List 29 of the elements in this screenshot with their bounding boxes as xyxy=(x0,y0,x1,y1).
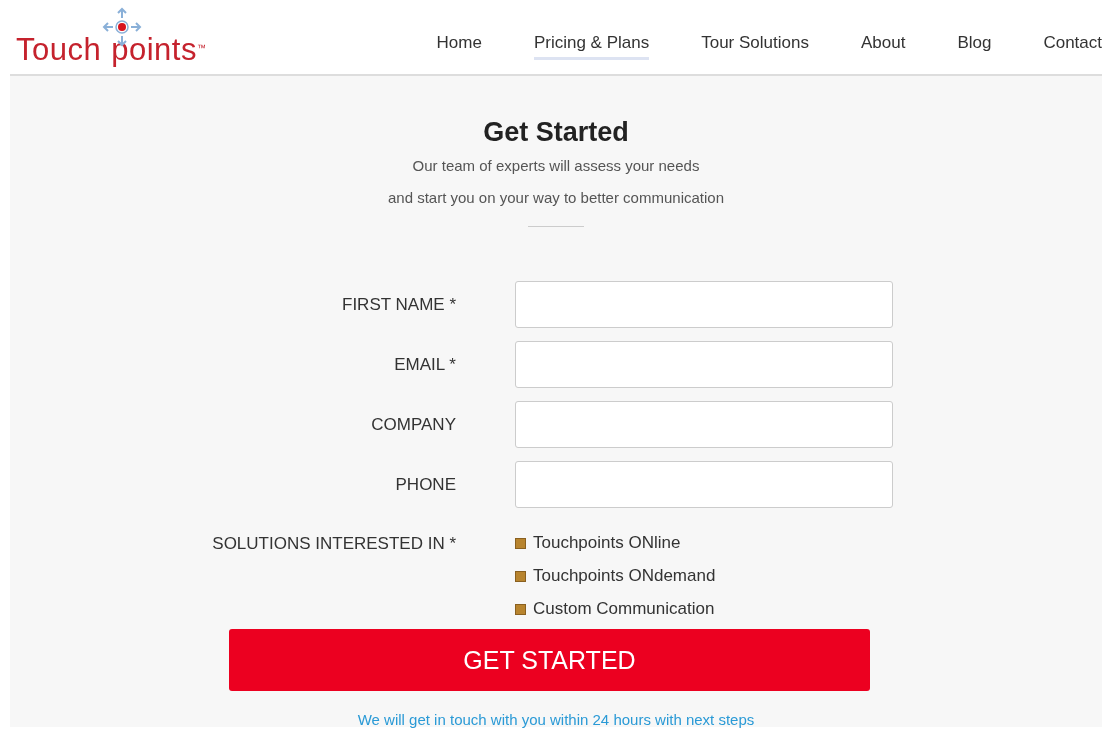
input-field[interactable] xyxy=(515,401,893,449)
checkbox[interactable] xyxy=(515,537,526,549)
trademark-mark: ™ xyxy=(196,44,207,53)
nav-link[interactable]: Pricing & Plans xyxy=(533,29,650,60)
field-label: FIRST NAME * xyxy=(341,294,456,317)
input-field[interactable] xyxy=(515,281,893,329)
nav-link[interactable]: About xyxy=(860,29,906,60)
checkbox[interactable] xyxy=(515,603,526,615)
input-field[interactable] xyxy=(515,461,893,509)
nav-link[interactable]: Tour Solutions xyxy=(701,29,809,60)
get-started-button[interactable]: GET STARTED xyxy=(229,629,870,692)
nav-link[interactable]: Contact xyxy=(1043,29,1102,60)
logo-text: Touch xyxy=(16,34,102,65)
field-label: PHONE xyxy=(394,474,456,497)
page-heading: Get Started xyxy=(482,116,630,149)
subtitle-text: Our team of experts will assess your needs xyxy=(411,156,701,177)
field-label: SOLUTIONS INTERESTED IN * xyxy=(211,533,456,556)
subtitle-text: and start you on your way to better communication xyxy=(387,188,725,209)
field-label: EMAIL * xyxy=(393,354,456,377)
checkbox[interactable] xyxy=(515,570,526,582)
option-label[interactable]: Touchpoints ONdemand xyxy=(533,565,716,588)
input-field[interactable] xyxy=(515,341,893,389)
nav-link[interactable]: Home xyxy=(436,29,482,60)
field-label: COMPANY xyxy=(370,414,456,437)
nav-link[interactable]: Blog xyxy=(957,29,992,60)
logo-text: points xyxy=(111,34,197,65)
option-label[interactable]: Custom Communication xyxy=(533,598,715,621)
option-label[interactable]: Touchpoints ONline xyxy=(533,532,681,555)
follow-up-note: We will get in touch with you within 24 hours with next steps xyxy=(356,710,756,731)
